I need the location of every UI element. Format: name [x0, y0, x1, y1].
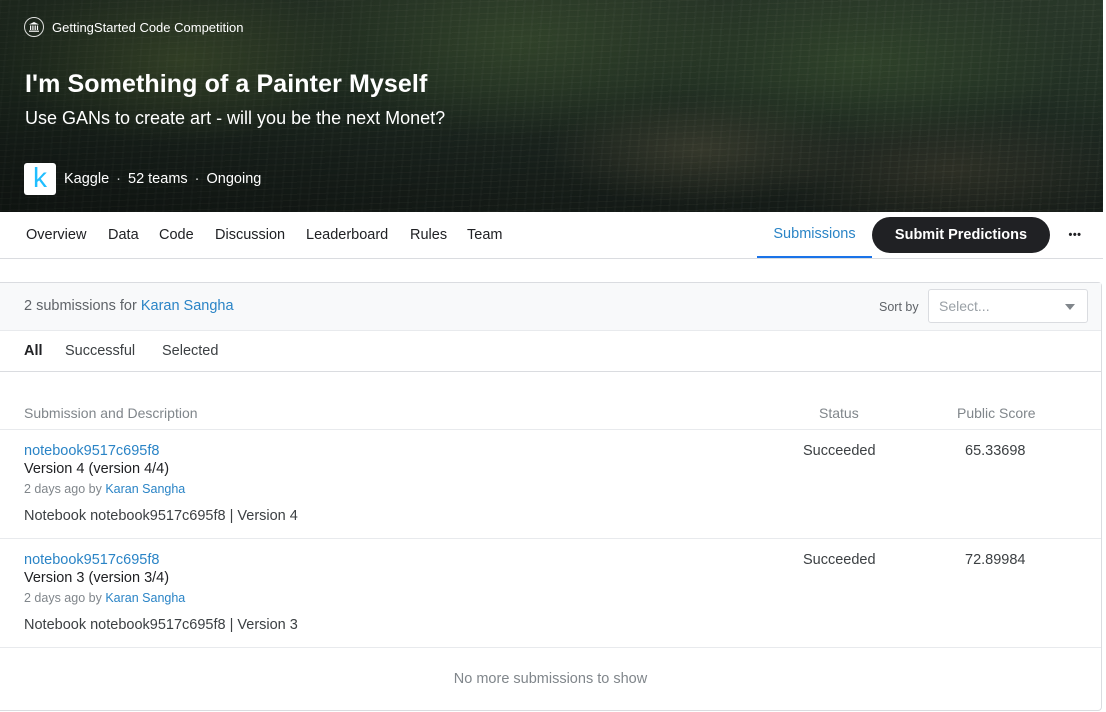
submission-row: notebook9517c695f8 Version 4 (version 4/… — [0, 430, 1101, 539]
tab-code[interactable]: Code — [159, 227, 194, 243]
public-score: 72.89984 — [965, 552, 1026, 568]
submission-row: notebook9517c695f8 Version 3 (version 3/… — [0, 539, 1101, 648]
notebook-link[interactable]: notebook9517c695f8 — [24, 443, 159, 459]
competition-type-label: GettingStarted Code Competition — [52, 19, 244, 35]
tab-data[interactable]: Data — [108, 227, 139, 243]
tab-team[interactable]: Team — [467, 227, 502, 243]
tab-submissions[interactable]: Submissions — [757, 212, 872, 258]
public-score: 65.33698 — [965, 443, 1026, 459]
tab-rules[interactable]: Rules — [410, 227, 447, 243]
filter-all[interactable]: All — [24, 343, 43, 359]
sort-placeholder: Select... — [939, 298, 990, 314]
institution-icon — [24, 17, 44, 37]
sort-select[interactable]: Select... — [928, 289, 1088, 323]
column-header-score: Public Score — [957, 405, 1036, 421]
submission-user-link[interactable]: Karan Sangha — [141, 298, 234, 314]
tab-leaderboard[interactable]: Leaderboard — [306, 227, 388, 243]
no-more-submissions: No more submissions to show — [453, 671, 648, 687]
team-count: 52 teams — [128, 171, 188, 187]
submission-description: Notebook notebook9517c695f8 | Version 3 — [24, 617, 298, 633]
submission-author-link[interactable]: Karan Sangha — [105, 482, 185, 496]
meta-separator: · — [116, 171, 121, 187]
competition-type: GettingStarted Code Competition — [24, 17, 244, 37]
competition-tab-bar: Overview Data Code Discussion Leaderboar… — [0, 212, 1103, 259]
column-header-description: Submission and Description — [24, 405, 198, 421]
sort-label: Sort by — [879, 300, 919, 314]
submission-author-link[interactable]: Karan Sangha — [105, 591, 185, 605]
submission-time: 2 days ago by Karan Sangha — [24, 482, 186, 496]
submissions-panel: 2 submissions for Karan Sangha Sort by Se… — [0, 282, 1102, 711]
tab-discussion[interactable]: Discussion — [215, 227, 285, 243]
competition-header: GettingStarted Code Competition I'm Some… — [0, 0, 1103, 212]
host-name[interactable]: Kaggle — [64, 171, 109, 187]
submission-description: Notebook notebook9517c695f8 | Version 4 — [24, 508, 298, 524]
notebook-link[interactable]: notebook9517c695f8 — [24, 552, 159, 568]
submit-predictions-button[interactable]: Submit Predictions — [872, 217, 1050, 253]
competition-subtitle: Use GANs to create art - will you be the… — [25, 108, 446, 128]
filter-successful[interactable]: Successful — [65, 343, 135, 359]
competition-title: I'm Something of a Painter Myself — [25, 70, 428, 98]
submission-version: Version 4 (version 4/4) — [24, 461, 170, 477]
column-header-status: Status — [819, 405, 859, 421]
competition-state: Ongoing — [206, 171, 262, 187]
submission-version: Version 3 (version 3/4) — [24, 570, 170, 586]
competition-meta: k Kaggle · 52 teams · Ongoing — [24, 163, 261, 195]
tab-overview[interactable]: Overview — [26, 227, 86, 243]
submissions-header: 2 submissions for Karan Sangha Sort by Se… — [0, 283, 1101, 331]
more-horizontal-icon: ••• — [1068, 229, 1082, 241]
meta-separator: · — [194, 171, 200, 187]
filter-selected[interactable]: Selected — [162, 343, 218, 359]
submission-status: Succeeded — [803, 552, 876, 568]
tab-submissions-label: Submissions — [773, 226, 856, 242]
submission-status: Succeeded — [803, 443, 876, 459]
submission-time: 2 days ago by Karan Sangha — [24, 591, 186, 605]
chevron-down-icon — [1065, 304, 1075, 310]
kaggle-logo-icon[interactable]: k — [24, 163, 56, 195]
submission-count: 2 submissions for Karan Sangha — [24, 298, 234, 314]
submission-filters: All Successful Selected — [0, 330, 1101, 372]
more-options-button[interactable]: ••• — [1061, 222, 1089, 248]
